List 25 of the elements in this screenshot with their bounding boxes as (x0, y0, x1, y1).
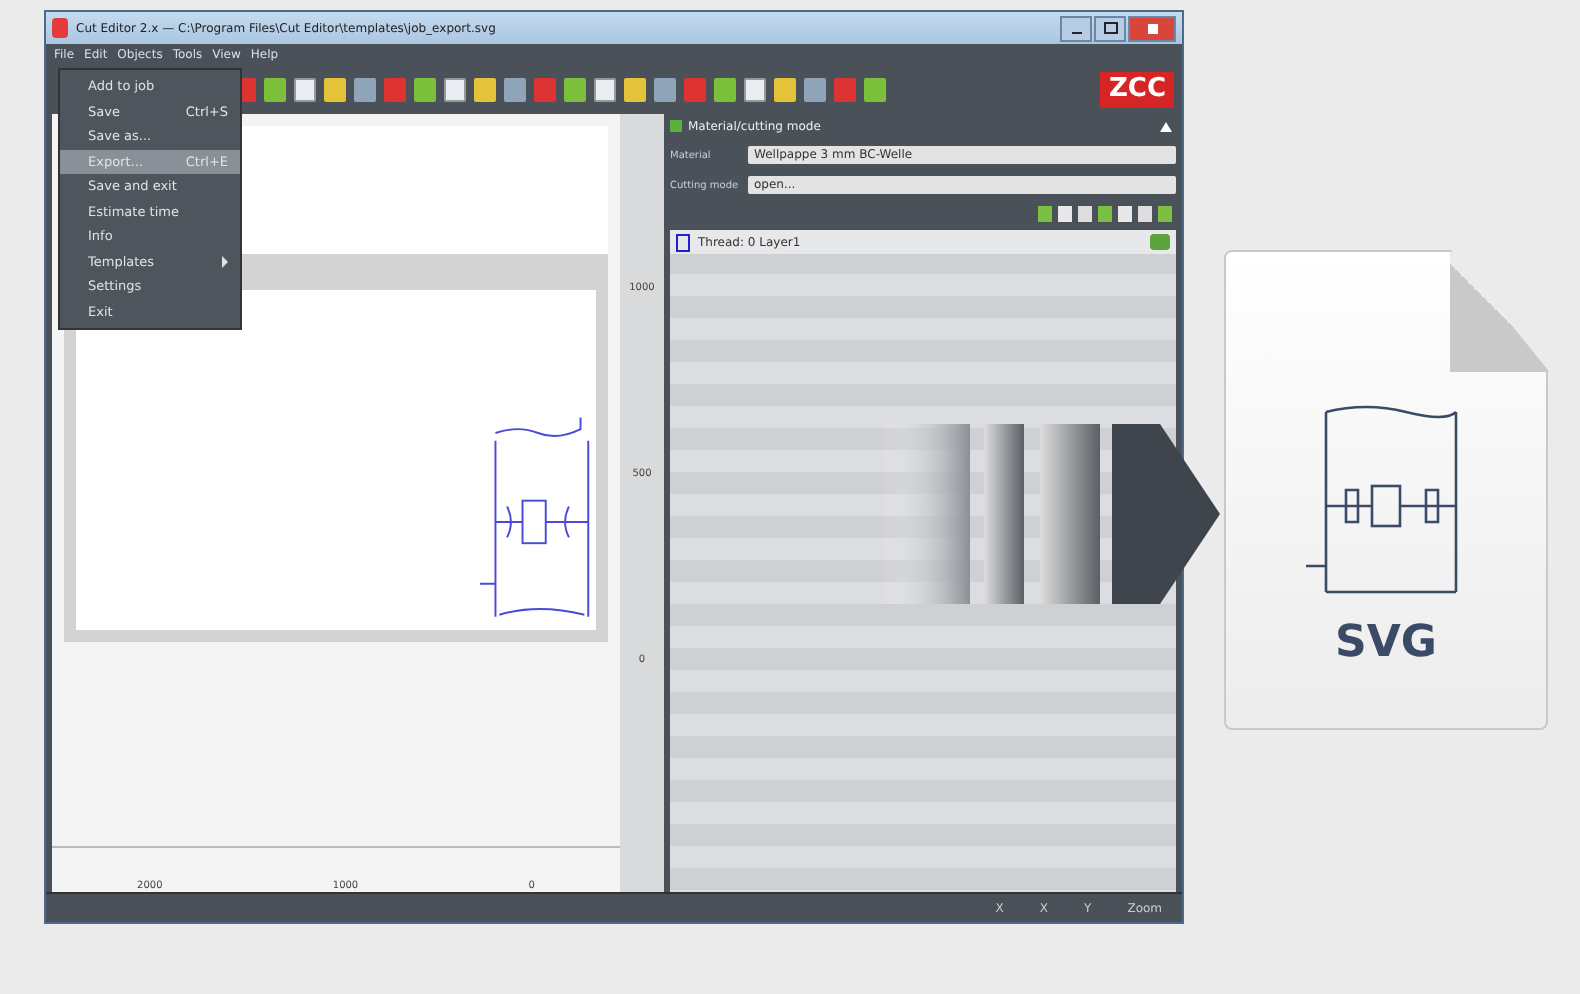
toolbar-icon[interactable] (354, 78, 376, 102)
close-button[interactable] (1128, 15, 1176, 41)
logo: ZCC (1100, 72, 1174, 108)
toolbar-icon[interactable] (474, 78, 496, 102)
toolbar-icon[interactable] (504, 78, 526, 102)
app-icon (52, 18, 68, 38)
toolbar-icon[interactable] (294, 78, 316, 102)
toolbar-icon[interactable] (804, 78, 826, 102)
toolbar-icon[interactable] (324, 78, 346, 102)
minimize-button[interactable] (1060, 15, 1092, 41)
toolbar-icon[interactable] (564, 78, 586, 102)
toolbar-icon[interactable] (654, 78, 676, 102)
toolbar-icon[interactable] (624, 78, 646, 102)
toolbar-icon[interactable] (594, 78, 616, 102)
toolbar-icon[interactable] (414, 78, 436, 102)
toolbar-icon[interactable] (774, 78, 796, 102)
toolbar-icon[interactable] (444, 78, 466, 102)
toolbar-icon[interactable] (744, 78, 766, 102)
material-icon (670, 120, 682, 132)
maximize-button[interactable] (1094, 15, 1126, 41)
toolbar-icon[interactable] (864, 78, 886, 102)
toolbar-icon[interactable] (714, 78, 736, 102)
toolbar-icon[interactable] (264, 78, 286, 102)
file-type-label: SVG (1335, 618, 1437, 668)
collapse-icon[interactable] (1160, 121, 1172, 131)
